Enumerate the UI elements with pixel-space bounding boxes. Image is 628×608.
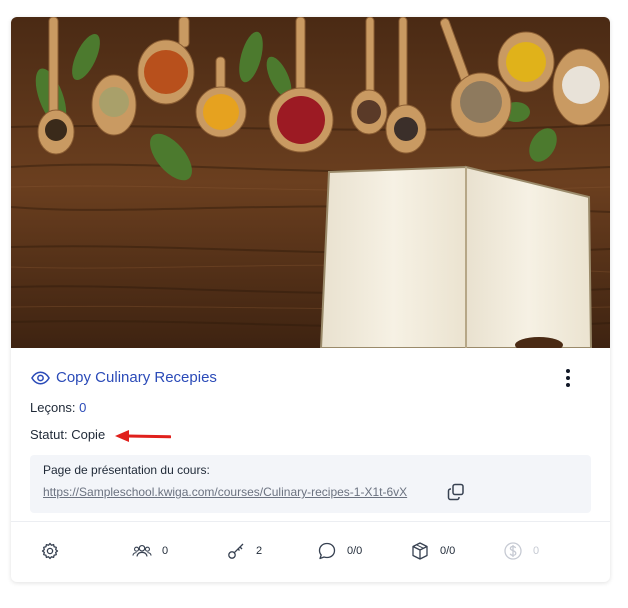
comment-icon xyxy=(318,542,336,560)
course-stats-bar: 0 2 0/0 0/0 0 xyxy=(11,537,610,567)
presentation-page-box: Page de présentation du cours: https://S… xyxy=(30,455,591,513)
gear-icon[interactable] xyxy=(40,541,60,561)
key-icon xyxy=(228,543,244,559)
students-stat[interactable]: 0 xyxy=(132,541,168,561)
status-line: Statut: Copie xyxy=(30,427,105,442)
comments-count: 0/0 xyxy=(347,545,363,557)
users-icon xyxy=(132,544,152,557)
cube-icon xyxy=(412,542,428,560)
status-label: Statut: xyxy=(30,427,68,442)
lessons-line: Leçons: 0 xyxy=(30,400,86,415)
course-title-link[interactable]: Copy Culinary Recepies xyxy=(56,369,217,386)
kebab-menu-icon[interactable] xyxy=(559,367,577,389)
course-cover-image[interactable] xyxy=(11,17,610,348)
keys-count: 2 xyxy=(256,545,263,557)
packages-count: 0/0 xyxy=(440,545,456,557)
revenue-amount: 0 xyxy=(533,545,540,557)
lessons-label: Leçons: xyxy=(30,400,76,415)
status-value: Copie xyxy=(71,427,106,442)
settings-stat[interactable] xyxy=(40,541,70,561)
eye-icon xyxy=(31,371,50,384)
course-title-row[interactable]: Copy Culinary Recepies xyxy=(31,369,217,386)
comments-stat[interactable]: 0/0 xyxy=(317,541,362,561)
course-card: Copy Culinary Recepies Leçons: 0 Statut:… xyxy=(11,17,610,582)
lessons-count[interactable]: 0 xyxy=(79,400,86,415)
revenue-stat: 0 xyxy=(503,541,539,561)
divider xyxy=(11,521,610,522)
presentation-label: Page de présentation du cours: xyxy=(43,463,210,477)
presentation-url-link[interactable]: https://Sampleschool.kwiga.com/courses/C… xyxy=(43,485,407,499)
dollar-icon xyxy=(504,542,522,560)
keys-stat[interactable]: 2 xyxy=(226,541,262,561)
packages-stat[interactable]: 0/0 xyxy=(410,541,455,561)
annotation-arrow-icon xyxy=(115,430,171,442)
students-count: 0 xyxy=(162,545,169,557)
copy-icon[interactable] xyxy=(447,483,465,501)
